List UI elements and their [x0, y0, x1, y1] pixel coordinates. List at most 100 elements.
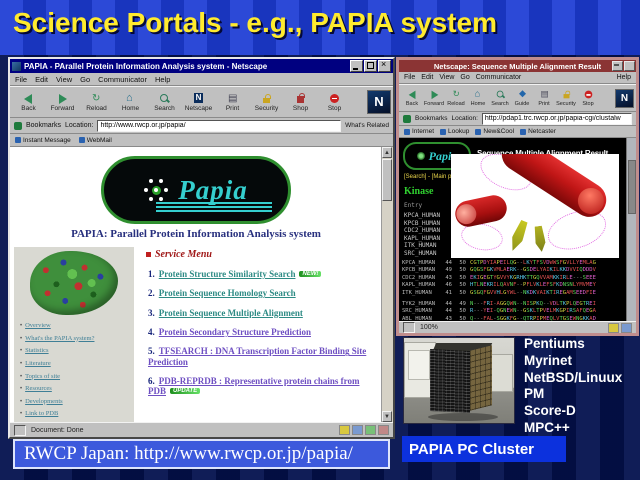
navigator-icon[interactable]	[339, 425, 350, 435]
entry-name[interactable]: KPCA_HUMAN	[404, 212, 440, 220]
bookmarks-label[interactable]: Bookmarks	[26, 122, 61, 129]
toolbar-button-back[interactable]: Back	[401, 88, 423, 109]
close-icon[interactable]	[378, 60, 391, 72]
sidebar-link[interactable]: Statistics	[25, 347, 48, 354]
menu-go[interactable]: Go	[460, 74, 469, 81]
bookmark-icon[interactable]	[14, 122, 22, 130]
scroll-down-icon[interactable]: ▼	[382, 411, 392, 422]
mail-icon[interactable]	[352, 425, 363, 435]
entry-name[interactable]: KPCB_HUMAN	[404, 220, 440, 228]
toolbar-button-label: Stop	[328, 105, 341, 112]
personal-link-label: Instant Message	[23, 137, 71, 144]
menu-communicator[interactable]: Communicator	[476, 74, 522, 81]
toolbar-button-netscape[interactable]: Netscape	[182, 90, 215, 115]
security-status-icon[interactable]	[14, 425, 26, 436]
personal-link[interactable]: Netcaster	[520, 128, 556, 135]
vertical-scrollbar[interactable]: ▲ ▼	[381, 147, 393, 422]
sidebar-link[interactable]: Literature	[25, 360, 51, 367]
whats-related-button[interactable]: What's Related	[345, 122, 389, 129]
sidebar-link[interactable]: Resources	[25, 385, 52, 392]
menu-communicator[interactable]: Communicator	[98, 75, 147, 84]
menu-edit[interactable]: Edit	[421, 74, 433, 81]
toolbar-button-search[interactable]: Search	[148, 90, 181, 115]
sidebar-link[interactable]: Developments	[25, 398, 63, 405]
sidebar-link[interactable]: Link to PDB	[25, 410, 58, 417]
netscape-logo-icon[interactable]: N	[615, 89, 634, 108]
toolbar-button-security[interactable]: Security	[250, 90, 283, 115]
security-status-icon[interactable]	[403, 322, 415, 333]
maximize-icon[interactable]	[624, 61, 635, 71]
toolbar-button-stop[interactable]: Stop	[577, 88, 599, 109]
entry-name[interactable]: SRC_HUMAN	[404, 250, 437, 258]
footer-url: RWCP Japan: http://www.rwcp.or.jp/papia/	[15, 443, 353, 465]
personal-link[interactable]: Lookup	[440, 128, 469, 135]
bookmark-icon	[520, 129, 526, 135]
service-link[interactable]: Protein Secondary Structure Prediction	[159, 327, 311, 337]
toolbar-button-guide[interactable]: Guide	[511, 88, 533, 109]
bookmarks-label[interactable]: Bookmarks	[415, 115, 448, 122]
service-link[interactable]: Protein Sequence Multiple Alignment	[159, 308, 303, 318]
menu-help[interactable]: Help	[155, 75, 170, 84]
scroll-up-icon[interactable]: ▲	[382, 147, 392, 158]
sidebar-link-item: •What's the PAPIA system?	[20, 335, 130, 342]
service-link[interactable]: TFSEARCH : DNA Transcription Factor Bind…	[148, 346, 366, 366]
toolbar-button-security[interactable]: Security	[555, 88, 577, 109]
menu-view[interactable]: View	[439, 74, 454, 81]
personal-link[interactable]: Internet	[404, 128, 434, 135]
cluster-spec: Myrinet	[524, 353, 622, 370]
toolbar-button-reload[interactable]: Reload	[445, 88, 467, 109]
toolbar-button-forward[interactable]: Forward	[46, 90, 79, 115]
location-input[interactable]	[482, 113, 632, 125]
toolbar-button-search[interactable]: Search	[489, 88, 511, 109]
window-titlebar[interactable]: Netscape: Sequence Multiple Alignment Re…	[399, 60, 636, 72]
maximize-icon[interactable]	[364, 60, 377, 72]
toolbar-button-label: Shop	[293, 105, 308, 112]
sidebar-link[interactable]: Topics of site	[25, 373, 60, 380]
entry-name[interactable]: ITK_HUMAN	[404, 242, 437, 250]
service-link[interactable]: Protein Structure Similarity Search	[159, 269, 296, 279]
scroll-thumb[interactable]	[628, 160, 636, 214]
entry-name[interactable]: KAPL_HUMAN	[404, 235, 440, 243]
menu-file[interactable]: File	[404, 74, 415, 81]
minimize-icon[interactable]	[612, 61, 623, 71]
personal-link[interactable]: New&Cool	[475, 128, 514, 135]
bookmark-icon[interactable]	[403, 115, 411, 123]
menu-view[interactable]: View	[56, 75, 72, 84]
location-input[interactable]	[97, 120, 341, 132]
service-link[interactable]: Protein Sequence Homology Search	[159, 288, 296, 298]
personal-link[interactable]: Instant Message	[15, 137, 71, 144]
vertical-scrollbar[interactable]	[626, 138, 636, 321]
menu-edit[interactable]: Edit	[35, 75, 48, 84]
entry-name[interactable]: CDC2_HUMAN	[404, 227, 440, 235]
navigator-icon[interactable]	[608, 323, 619, 333]
sequence: GSGQFGVVHLGYWL--NKDKVAIKTIREGAMSEEDFIE	[470, 290, 596, 297]
toolbar-button-shop[interactable]: Shop	[284, 90, 317, 115]
search-icon	[495, 90, 504, 99]
personal-link[interactable]: WebMail	[79, 137, 112, 144]
menu-help[interactable]: Help	[617, 74, 631, 81]
service-number: 2.	[148, 288, 155, 298]
menu-go[interactable]: Go	[80, 75, 90, 84]
mail-icon[interactable]	[621, 323, 632, 333]
toolbar-button-home[interactable]: Home	[467, 88, 489, 109]
toolbar-button-print[interactable]: Print	[216, 90, 249, 115]
menu-file[interactable]: File	[15, 75, 27, 84]
toolbar-button-forward[interactable]: Forward	[423, 88, 445, 109]
toolbar-button-print[interactable]: Print	[533, 88, 555, 109]
personal-link-label: Netcaster	[528, 128, 556, 135]
minimize-icon[interactable]	[350, 60, 363, 72]
sidebar-link[interactable]: What's the PAPIA system?	[25, 335, 94, 342]
toolbar-button-back[interactable]: Back	[12, 90, 45, 115]
residue-number: 43	[442, 316, 452, 321]
scroll-thumb[interactable]	[382, 159, 392, 201]
cluster-spec: MPC++	[524, 420, 622, 437]
window-titlebar[interactable]: PAPIA - PArallel Protein Information Ana…	[10, 59, 393, 73]
discussion-icon[interactable]	[378, 425, 389, 435]
sidebar-link[interactable]: Overview	[25, 322, 51, 329]
toolbar-button-stop[interactable]: Stop	[318, 90, 351, 115]
toolbar-button-reload[interactable]: Reload	[80, 90, 113, 115]
toolbar-button-home[interactable]: Home	[114, 90, 147, 115]
component-bar	[339, 425, 389, 435]
composer-icon[interactable]	[365, 425, 376, 435]
netscape-logo-icon[interactable]: N	[367, 90, 391, 114]
